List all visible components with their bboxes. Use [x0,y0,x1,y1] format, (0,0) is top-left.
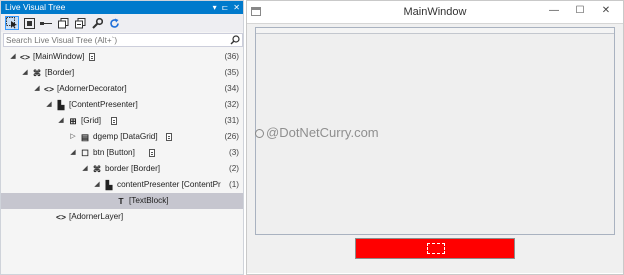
descendant-count: (35) [224,68,239,77]
copyright-icon [255,129,264,138]
collapse-arrow-icon[interactable]: ◢ [9,49,17,65]
binding-icon[interactable] [165,133,172,141]
focus-rectangle [427,243,445,254]
window-position-icon[interactable]: ▾ [213,1,217,14]
tree-item[interactable]: ▷ ▤ dgemp [DataGrid] (26) [1,129,243,145]
collapse-icon[interactable] [56,16,70,30]
descendant-count: (1) [228,180,239,189]
display-adorners-icon[interactable] [22,16,36,30]
tree-item-label: border [Border] [105,164,161,173]
tree-item-label: contentPresenter [ContentPr [117,180,221,189]
tree-item[interactable]: ◢ ☐ btn [Button] (3) [1,145,243,161]
panel-title: Live Visual Tree [5,2,66,12]
descendant-count: (2) [228,164,239,173]
properties-icon[interactable] [90,16,104,30]
descendant-count: (26) [224,132,239,141]
tree-item[interactable]: ◢ ⌘ border [Border] (2) [1,161,243,177]
tree-item[interactable]: ◢ ⌘ [Border] (35) [1,65,243,81]
binding-icon[interactable] [148,149,155,157]
descendant-count: (32) [224,100,239,109]
minimize-button[interactable]: — [543,3,565,19]
collapse-arrow-icon[interactable]: ◢ [69,145,77,161]
binding-icon[interactable] [110,117,117,125]
tree-item-label: btn [Button] [93,148,135,157]
element-type-icon: ⌘ [32,68,42,78]
watermark-text: @DotNetCurry.com [266,125,379,140]
live-visual-tree-panel: Live Visual Tree ▾ ⊏ ✕ Search Live Visua… [0,0,244,275]
element-type-icon: ⊞ [69,116,77,126]
tree-item-label: [TextBlock] [129,196,169,205]
element-type-icon: ▙ [105,180,113,190]
tree-item-label: [AdornerLayer] [69,212,124,221]
pin-icon[interactable]: ⊏ [222,1,229,14]
tree-item[interactable]: ◢ ▙ contentPresenter [ContentPr (1) [1,177,243,193]
element-type-icon: <> [20,52,30,62]
track-focus-icon[interactable] [39,16,53,30]
tree-item[interactable]: ◢ ⊞ [Grid] (31) [1,113,243,129]
binding-icon[interactable] [88,53,95,61]
window-title: MainWindow [403,6,467,18]
data-grid-header [256,28,614,34]
element-type-icon: T [118,196,124,206]
window-title-bar: MainWindow — ☐ ✕ [247,1,623,23]
refresh-icon[interactable] [107,16,121,30]
element-type-icon: ▤ [80,132,90,142]
search-icon[interactable] [230,35,240,47]
tree-item[interactable]: <> [AdornerLayer] [1,209,243,225]
close-icon[interactable]: ✕ [233,1,240,14]
collapse-arrow-icon[interactable]: ◢ [81,161,89,177]
btn-button[interactable] [355,238,515,259]
element-type-icon: ☐ [81,148,89,158]
descendant-count: (31) [224,116,239,125]
main-window: MainWindow — ☐ ✕ @DotNetCurry.com [246,0,624,275]
expand-arrow-icon[interactable]: ▷ [69,129,77,145]
tree-item[interactable]: ◢ <> [MainWindow] (36) [1,49,243,65]
collapse-arrow-icon[interactable]: ◢ [93,177,101,193]
close-button[interactable]: ✕ [595,3,617,19]
tree-item-label: [AdornerDecorator] [57,84,127,93]
tree-item[interactable]: T [TextBlock] [1,193,243,209]
tree-item-label: [Border] [45,68,75,77]
collapse-arrow-icon[interactable]: ◢ [45,97,53,113]
search-box [3,33,243,47]
window-client-area: @DotNetCurry.com [247,23,623,273]
collapse-arrow-icon[interactable]: ◢ [21,65,29,81]
watermark: @DotNetCurry.com [255,125,379,140]
element-type-icon: <> [44,84,54,94]
descendant-count: (3) [228,148,239,157]
panel-title-bar: Live Visual Tree ▾ ⊏ ✕ [1,1,243,14]
collapse-arrow-icon[interactable]: ◢ [57,113,65,129]
tree-item-label: [MainWindow] [33,52,85,61]
tree-item-label: dgemp [DataGrid] [93,132,158,141]
maximize-button[interactable]: ☐ [569,3,591,19]
select-element-icon[interactable] [5,16,19,30]
element-type-icon: <> [56,212,66,222]
search-input[interactable] [4,34,224,46]
collapse-arrow-icon[interactable]: ◢ [33,81,41,97]
tree-item-label: [Grid] [81,116,102,125]
panel-toolbar [1,14,243,32]
element-type-icon: ▙ [57,100,65,110]
tree-item[interactable]: ◢ <> [AdornerDecorator] (34) [1,81,243,97]
expand-icon[interactable] [73,16,87,30]
descendant-count: (34) [224,84,239,93]
descendant-count: (36) [224,52,239,61]
tree-item-label: [ContentPresenter] [69,100,138,109]
tree-item[interactable]: ◢ ▙ [ContentPresenter] (32) [1,97,243,113]
element-type-icon: ⌘ [92,164,102,174]
